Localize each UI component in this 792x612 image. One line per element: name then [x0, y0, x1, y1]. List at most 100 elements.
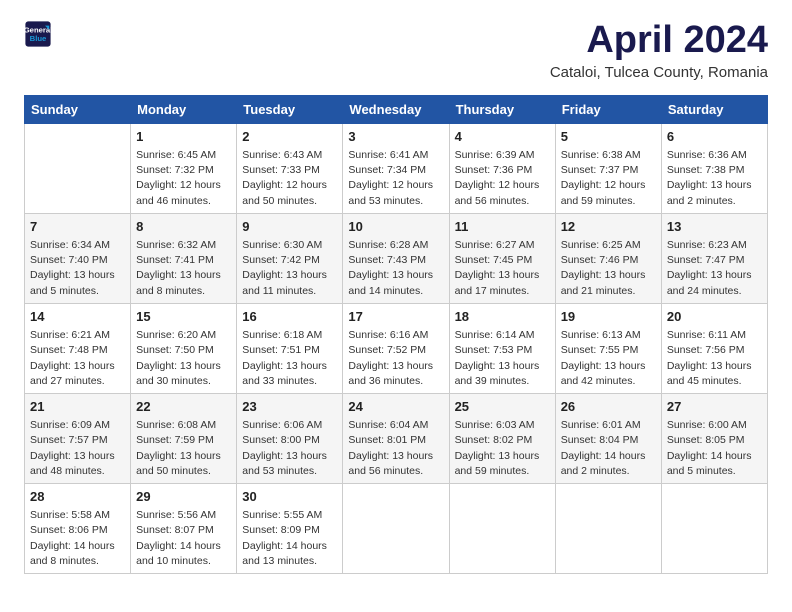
day-info: Sunrise: 5:58 AM Sunset: 8:06 PM Dayligh… [30, 508, 125, 569]
calendar-cell: 6 Sunrise: 6:36 AM Sunset: 7:38 PM Daylig… [661, 123, 767, 213]
day-info: Sunrise: 6:04 AM Sunset: 8:01 PM Dayligh… [348, 418, 443, 479]
week-row-2: 7 Sunrise: 6:34 AM Sunset: 7:40 PM Daylig… [25, 213, 768, 303]
day-number: 6 [667, 128, 762, 146]
calendar-cell: 12Sunrise: 6:25 AM Sunset: 7:46 PM Dayli… [555, 213, 661, 303]
day-info: Sunrise: 6:30 AM Sunset: 7:42 PM Dayligh… [242, 238, 337, 299]
day-number: 30 [242, 488, 337, 506]
calendar-cell: 21Sunrise: 6:09 AM Sunset: 7:57 PM Dayli… [25, 393, 131, 483]
day-number: 21 [30, 398, 125, 416]
weekday-header-friday: Friday [555, 95, 661, 123]
weekday-header-row: SundayMondayTuesdayWednesdayThursdayFrid… [25, 95, 768, 123]
day-number: 29 [136, 488, 231, 506]
day-info: Sunrise: 6:11 AM Sunset: 7:56 PM Dayligh… [667, 328, 762, 389]
day-number: 24 [348, 398, 443, 416]
calendar-table: SundayMondayTuesdayWednesdayThursdayFrid… [24, 95, 768, 574]
day-number: 15 [136, 308, 231, 326]
day-number: 10 [348, 218, 443, 236]
calendar-cell: 7 Sunrise: 6:34 AM Sunset: 7:40 PM Daylig… [25, 213, 131, 303]
day-number: 1 [136, 128, 231, 146]
day-number: 11 [455, 218, 550, 236]
logo-icon: General Blue [24, 20, 52, 48]
day-number: 27 [667, 398, 762, 416]
day-info: Sunrise: 6:21 AM Sunset: 7:48 PM Dayligh… [30, 328, 125, 389]
calendar-subtitle: Cataloi, Tulcea County, Romania [550, 64, 768, 81]
calendar-cell: 10Sunrise: 6:28 AM Sunset: 7:43 PM Dayli… [343, 213, 449, 303]
calendar-cell [449, 484, 555, 574]
logo: General Blue [24, 20, 52, 48]
calendar-cell: 15 Sunrise: 6:20 AM Sunset: 7:50 PM Dayli… [131, 303, 237, 393]
calendar-cell: 13 Sunrise: 6:23 AM Sunset: 7:47 PM Dayli… [661, 213, 767, 303]
day-info: Sunrise: 6:01 AM Sunset: 8:04 PM Dayligh… [561, 418, 656, 479]
weekday-header-thursday: Thursday [449, 95, 555, 123]
calendar-cell: 30 Sunrise: 5:55 AM Sunset: 8:09 PM Dayli… [237, 484, 343, 574]
day-number: 7 [30, 218, 125, 236]
calendar-cell: 25Sunrise: 6:03 AM Sunset: 8:02 PM Dayli… [449, 393, 555, 483]
day-info: Sunrise: 6:13 AM Sunset: 7:55 PM Dayligh… [561, 328, 656, 389]
week-row-1: 1 Sunrise: 6:45 AM Sunset: 7:32 PM Daylig… [25, 123, 768, 213]
calendar-cell: 23 Sunrise: 6:06 AM Sunset: 8:00 PM Dayli… [237, 393, 343, 483]
day-number: 28 [30, 488, 125, 506]
calendar-cell: 20Sunrise: 6:11 AM Sunset: 7:56 PM Dayli… [661, 303, 767, 393]
day-info: Sunrise: 6:41 AM Sunset: 7:34 PM Dayligh… [348, 148, 443, 209]
title-block: April 2024 Cataloi, Tulcea County, Roman… [550, 20, 768, 81]
day-info: Sunrise: 6:08 AM Sunset: 7:59 PM Dayligh… [136, 418, 231, 479]
day-number: 16 [242, 308, 337, 326]
day-info: Sunrise: 6:45 AM Sunset: 7:32 PM Dayligh… [136, 148, 231, 209]
day-info: Sunrise: 6:20 AM Sunset: 7:50 PM Dayligh… [136, 328, 231, 389]
calendar-cell: 19Sunrise: 6:13 AM Sunset: 7:55 PM Dayli… [555, 303, 661, 393]
week-row-4: 21Sunrise: 6:09 AM Sunset: 7:57 PM Dayli… [25, 393, 768, 483]
day-info: Sunrise: 6:32 AM Sunset: 7:41 PM Dayligh… [136, 238, 231, 299]
calendar-cell: 2 Sunrise: 6:43 AM Sunset: 7:33 PM Daylig… [237, 123, 343, 213]
calendar-title: April 2024 [550, 20, 768, 62]
day-info: Sunrise: 6:06 AM Sunset: 8:00 PM Dayligh… [242, 418, 337, 479]
week-row-5: 28 Sunrise: 5:58 AM Sunset: 8:06 PM Dayli… [25, 484, 768, 574]
day-info: Sunrise: 5:56 AM Sunset: 8:07 PM Dayligh… [136, 508, 231, 569]
weekday-header-sunday: Sunday [25, 95, 131, 123]
day-number: 3 [348, 128, 443, 146]
day-number: 17 [348, 308, 443, 326]
day-number: 25 [455, 398, 550, 416]
day-number: 12 [561, 218, 656, 236]
day-info: Sunrise: 6:36 AM Sunset: 7:38 PM Dayligh… [667, 148, 762, 209]
day-info: Sunrise: 6:38 AM Sunset: 7:37 PM Dayligh… [561, 148, 656, 209]
calendar-cell: 16 Sunrise: 6:18 AM Sunset: 7:51 PM Dayli… [237, 303, 343, 393]
day-number: 5 [561, 128, 656, 146]
calendar-cell: 5 Sunrise: 6:38 AM Sunset: 7:37 PM Daylig… [555, 123, 661, 213]
day-number: 23 [242, 398, 337, 416]
weekday-header-wednesday: Wednesday [343, 95, 449, 123]
day-number: 2 [242, 128, 337, 146]
calendar-cell [343, 484, 449, 574]
day-number: 14 [30, 308, 125, 326]
calendar-cell: 9Sunrise: 6:30 AM Sunset: 7:42 PM Daylig… [237, 213, 343, 303]
calendar-cell: 1 Sunrise: 6:45 AM Sunset: 7:32 PM Daylig… [131, 123, 237, 213]
svg-text:Blue: Blue [30, 34, 47, 43]
day-number: 13 [667, 218, 762, 236]
day-info: Sunrise: 6:23 AM Sunset: 7:47 PM Dayligh… [667, 238, 762, 299]
calendar-cell: 28 Sunrise: 5:58 AM Sunset: 8:06 PM Dayli… [25, 484, 131, 574]
calendar-cell: 27Sunrise: 6:00 AM Sunset: 8:05 PM Dayli… [661, 393, 767, 483]
day-info: Sunrise: 5:55 AM Sunset: 8:09 PM Dayligh… [242, 508, 337, 569]
calendar-cell: 3 Sunrise: 6:41 AM Sunset: 7:34 PM Daylig… [343, 123, 449, 213]
calendar-cell: 22 Sunrise: 6:08 AM Sunset: 7:59 PM Dayli… [131, 393, 237, 483]
header: General Blue April 2024 Cataloi, Tulcea … [24, 20, 768, 81]
week-row-3: 14 Sunrise: 6:21 AM Sunset: 7:48 PM Dayli… [25, 303, 768, 393]
calendar-cell [25, 123, 131, 213]
day-info: Sunrise: 6:16 AM Sunset: 7:52 PM Dayligh… [348, 328, 443, 389]
day-info: Sunrise: 6:43 AM Sunset: 7:33 PM Dayligh… [242, 148, 337, 209]
calendar-cell [555, 484, 661, 574]
day-number: 18 [455, 308, 550, 326]
day-number: 22 [136, 398, 231, 416]
day-info: Sunrise: 6:18 AM Sunset: 7:51 PM Dayligh… [242, 328, 337, 389]
calendar-cell: 24 Sunrise: 6:04 AM Sunset: 8:01 PM Dayli… [343, 393, 449, 483]
day-info: Sunrise: 6:14 AM Sunset: 7:53 PM Dayligh… [455, 328, 550, 389]
calendar-cell [661, 484, 767, 574]
day-info: Sunrise: 6:27 AM Sunset: 7:45 PM Dayligh… [455, 238, 550, 299]
day-number: 26 [561, 398, 656, 416]
calendar-cell: 4Sunrise: 6:39 AM Sunset: 7:36 PM Daylig… [449, 123, 555, 213]
weekday-header-saturday: Saturday [661, 95, 767, 123]
calendar-cell: 14 Sunrise: 6:21 AM Sunset: 7:48 PM Dayli… [25, 303, 131, 393]
calendar-cell: 18 Sunrise: 6:14 AM Sunset: 7:53 PM Dayli… [449, 303, 555, 393]
calendar-cell: 29 Sunrise: 5:56 AM Sunset: 8:07 PM Dayli… [131, 484, 237, 574]
day-info: Sunrise: 6:34 AM Sunset: 7:40 PM Dayligh… [30, 238, 125, 299]
calendar-cell: 17 Sunrise: 6:16 AM Sunset: 7:52 PM Dayli… [343, 303, 449, 393]
